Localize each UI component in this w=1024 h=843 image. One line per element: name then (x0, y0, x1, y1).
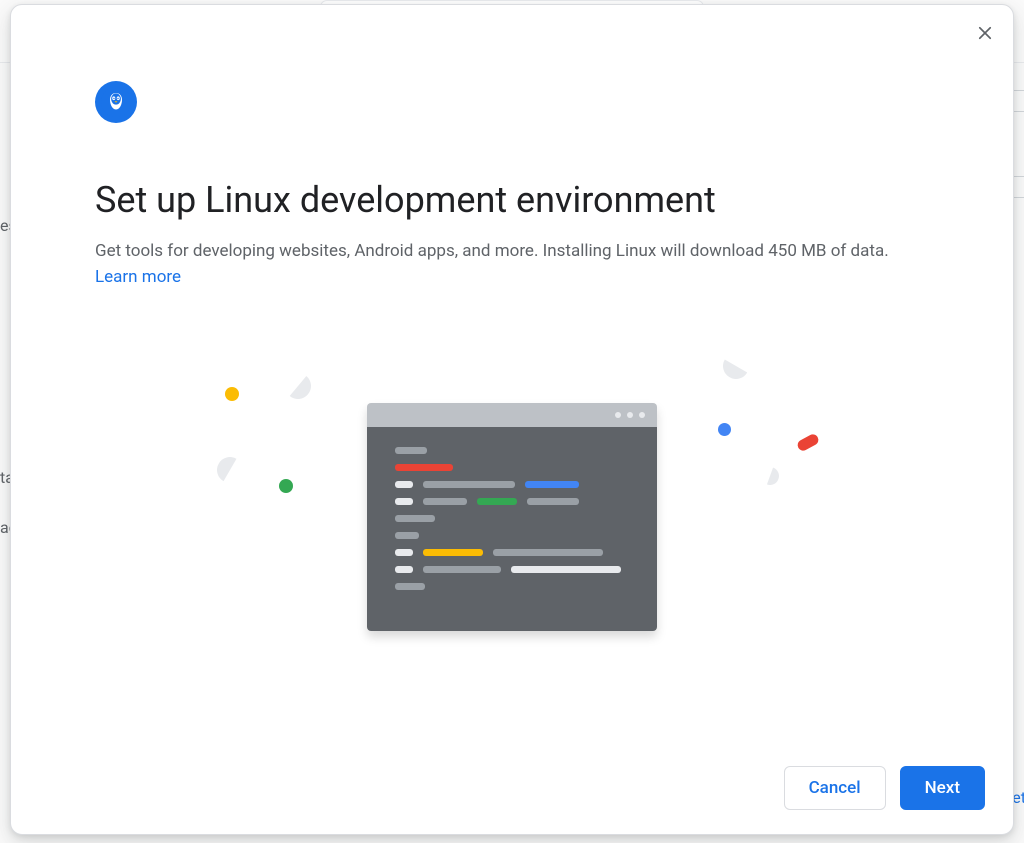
dot-icon (718, 423, 731, 436)
next-button[interactable]: Next (900, 766, 985, 810)
close-button[interactable] (971, 19, 999, 47)
close-icon (976, 24, 994, 42)
cancel-button[interactable]: Cancel (784, 766, 886, 810)
dialog-footer: Cancel Next (11, 748, 1013, 834)
linux-setup-dialog: Set up Linux development environment Get… (10, 4, 1014, 835)
dialog-title: Set up Linux development environment (95, 179, 929, 221)
dot-icon (279, 479, 293, 493)
penguin-icon (95, 81, 137, 123)
terminal-window-icon (367, 403, 657, 631)
bg-text: et (1012, 788, 1024, 807)
halfmoon-icon (758, 464, 781, 487)
pill-icon (796, 432, 821, 452)
halfmoon-icon (212, 452, 248, 488)
halfmoon-icon (280, 367, 317, 404)
dot-icon (225, 387, 239, 401)
illustration (95, 287, 929, 749)
dialog-subtitle: Get tools for developing websites, Andro… (95, 239, 929, 265)
halfmoon-icon (718, 348, 754, 384)
learn-more-link[interactable]: Learn more (95, 267, 929, 287)
